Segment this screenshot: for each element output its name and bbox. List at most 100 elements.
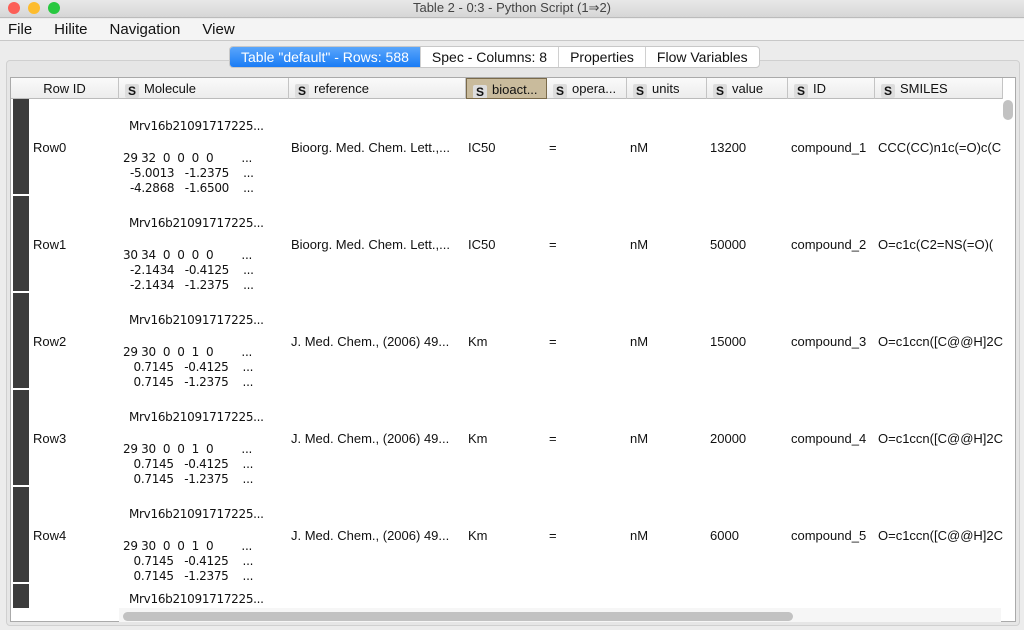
- operator-cell: =: [549, 431, 557, 446]
- tab-spec[interactable]: Spec - Columns: 8: [421, 47, 560, 67]
- table-header: Row ID S Molecule Sreference Sbioact... Soper…: [11, 78, 1003, 99]
- column-label: Row ID: [43, 81, 86, 96]
- smiles-cell: O=c1ccn([C@@H]2C: [878, 334, 1004, 349]
- minimize-icon[interactable]: [28, 2, 40, 14]
- column-label: Molecule: [144, 81, 197, 96]
- table-row[interactable]: Row0 Mrv16b21091717225... 29 32 0 0 0 0 ..…: [11, 99, 1003, 196]
- table-row[interactable]: Mrv16b21091717225...: [11, 584, 1003, 608]
- tab-bar: Table "default" - Rows: 588 Spec - Colum…: [229, 46, 760, 68]
- id-cell: compound_3: [791, 334, 867, 349]
- string-type-icon: S: [553, 84, 567, 98]
- string-type-icon: S: [473, 85, 487, 98]
- reference-cell: J. Med. Chem., (2006) 49...: [291, 528, 450, 543]
- row-color-marker: [13, 487, 29, 582]
- row-id-cell: Row3: [33, 431, 67, 446]
- tab-properties[interactable]: Properties: [559, 47, 646, 67]
- molecule-cell-line: 29 30 0 0 1 0 ...: [123, 539, 252, 553]
- string-type-icon: S: [713, 84, 727, 98]
- molecule-cell-line: -5.0013 -1.2375 ...: [123, 166, 254, 180]
- operator-cell: =: [549, 237, 557, 252]
- string-type-icon: S: [633, 84, 647, 98]
- column-header-reference[interactable]: Sreference: [289, 78, 466, 99]
- molecule-cell-line: -2.1434 -1.2375 ...: [123, 278, 254, 292]
- table-row[interactable]: Row4 Mrv16b21091717225... 29 30 0 0 1 0 ..…: [11, 487, 1003, 584]
- menu-navigation[interactable]: Navigation: [110, 19, 181, 40]
- row-color-marker: [13, 390, 29, 485]
- row-id-cell: Row0: [33, 140, 67, 155]
- molecule-cell-line: Mrv16b21091717225...: [129, 119, 264, 133]
- molecule-cell-line: 0.7145 -0.4125 ...: [123, 360, 254, 374]
- table-row[interactable]: Row1 Mrv16b21091717225... 30 34 0 0 0 0 ..…: [11, 196, 1003, 293]
- menu-file[interactable]: File: [8, 19, 32, 40]
- column-label: units: [652, 81, 680, 96]
- molecule-cell-line: Mrv16b21091717225...: [129, 410, 264, 424]
- molecule-cell-line: 30 34 0 0 0 0 ...: [123, 248, 252, 262]
- column-header-bioactivity[interactable]: Sbioact...: [466, 78, 547, 99]
- data-table: Row ID S Molecule Sreference Sbioact... Soper…: [10, 77, 1016, 622]
- column-header-id[interactable]: S ID: [788, 78, 875, 99]
- value-cell: 13200: [710, 140, 747, 155]
- column-label: ID: [813, 81, 826, 96]
- column-header-value[interactable]: Svalue: [707, 78, 788, 99]
- row-color-marker: [13, 584, 29, 608]
- bioactivity-cell: Km: [468, 431, 488, 446]
- molecule-cell-line: Mrv16b21091717225...: [129, 313, 264, 327]
- table-row[interactable]: Row2 Mrv16b21091717225... 29 30 0 0 1 0 ..…: [11, 293, 1003, 390]
- menu-hilite[interactable]: Hilite: [54, 19, 87, 40]
- molecule-cell-line: 29 32 0 0 0 0 ...: [123, 151, 252, 165]
- bioactivity-cell: IC50: [468, 237, 496, 252]
- molecule-cell-line: 0.7145 -1.2375 ...: [123, 375, 254, 389]
- molecule-cell-line: 0.7145 -0.4125 ...: [123, 457, 254, 471]
- column-label: SMILES: [900, 81, 948, 96]
- string-type-icon: S: [881, 84, 895, 98]
- operator-cell: =: [549, 140, 557, 155]
- value-cell: 15000: [710, 334, 747, 349]
- tab-flow-variables[interactable]: Flow Variables: [646, 47, 759, 67]
- operator-cell: =: [549, 528, 557, 543]
- row-id-cell: Row1: [33, 237, 67, 252]
- close-icon[interactable]: [8, 2, 20, 14]
- window-title: Table 2 - 0:3 - Python Script (1⇒2): [412, 0, 612, 15]
- molecule-cell-line: 0.7145 -1.2375 ...: [123, 569, 254, 583]
- row-color-marker: [13, 99, 29, 194]
- tab-table[interactable]: Table "default" - Rows: 588: [230, 47, 421, 67]
- row-id-cell: Row4: [33, 528, 67, 543]
- reference-cell: Bioorg. Med. Chem. Lett.,...: [291, 237, 450, 252]
- molecule-cell-line: -2.1434 -0.4125 ...: [123, 263, 254, 277]
- molecule-cell-line: -4.2868 -1.6500 ...: [123, 181, 254, 195]
- id-cell: compound_1: [791, 140, 867, 155]
- column-header-units[interactable]: Sunits: [627, 78, 707, 99]
- table-row[interactable]: Row3 Mrv16b21091717225... 29 30 0 0 1 0 ..…: [11, 390, 1003, 487]
- column-label: bioact...: [492, 82, 538, 97]
- title-bar: Table 2 - 0:3 - Python Script (1⇒2): [0, 0, 1024, 18]
- smiles-cell: CCC(CC)n1c(=O)c(C: [878, 140, 1002, 155]
- column-header-operator[interactable]: Sopera...: [547, 78, 627, 99]
- menu-bar: File Hilite Navigation View: [0, 19, 1024, 41]
- smiles-cell: O=c1c(C2=NS(=O)(: [878, 237, 994, 252]
- molecule-cell-line: Mrv16b21091717225...: [129, 216, 264, 230]
- column-label: reference: [314, 81, 369, 96]
- value-cell: 20000: [710, 431, 747, 446]
- value-cell: 50000: [710, 237, 747, 252]
- column-header-smiles[interactable]: S SMILES: [875, 78, 1003, 99]
- column-header-molecule[interactable]: S Molecule: [119, 78, 289, 99]
- units-cell: nM: [630, 334, 649, 349]
- operator-cell: =: [549, 334, 557, 349]
- molecule-cell-line: 0.7145 -0.4125 ...: [123, 554, 254, 568]
- smiles-cell: O=c1ccn([C@@H]2C: [878, 431, 1004, 446]
- row-color-marker: [13, 293, 29, 388]
- vertical-scrollbar[interactable]: [1003, 100, 1013, 120]
- reference-cell: Bioorg. Med. Chem. Lett.,...: [291, 140, 450, 155]
- molecule-cell-line: Mrv16b21091717225...: [129, 592, 264, 606]
- reference-cell: J. Med. Chem., (2006) 49...: [291, 431, 450, 446]
- id-cell: compound_4: [791, 431, 867, 446]
- bioactivity-cell: Km: [468, 528, 488, 543]
- menu-view[interactable]: View: [202, 19, 234, 40]
- units-cell: nM: [630, 237, 649, 252]
- horizontal-scrollbar[interactable]: [123, 612, 793, 621]
- reference-cell: J. Med. Chem., (2006) 49...: [291, 334, 450, 349]
- string-type-icon: S: [794, 84, 808, 98]
- molecule-cell-line: 0.7145 -1.2375 ...: [123, 472, 254, 486]
- column-header-row-id[interactable]: Row ID: [11, 78, 119, 99]
- maximize-icon[interactable]: [48, 2, 60, 14]
